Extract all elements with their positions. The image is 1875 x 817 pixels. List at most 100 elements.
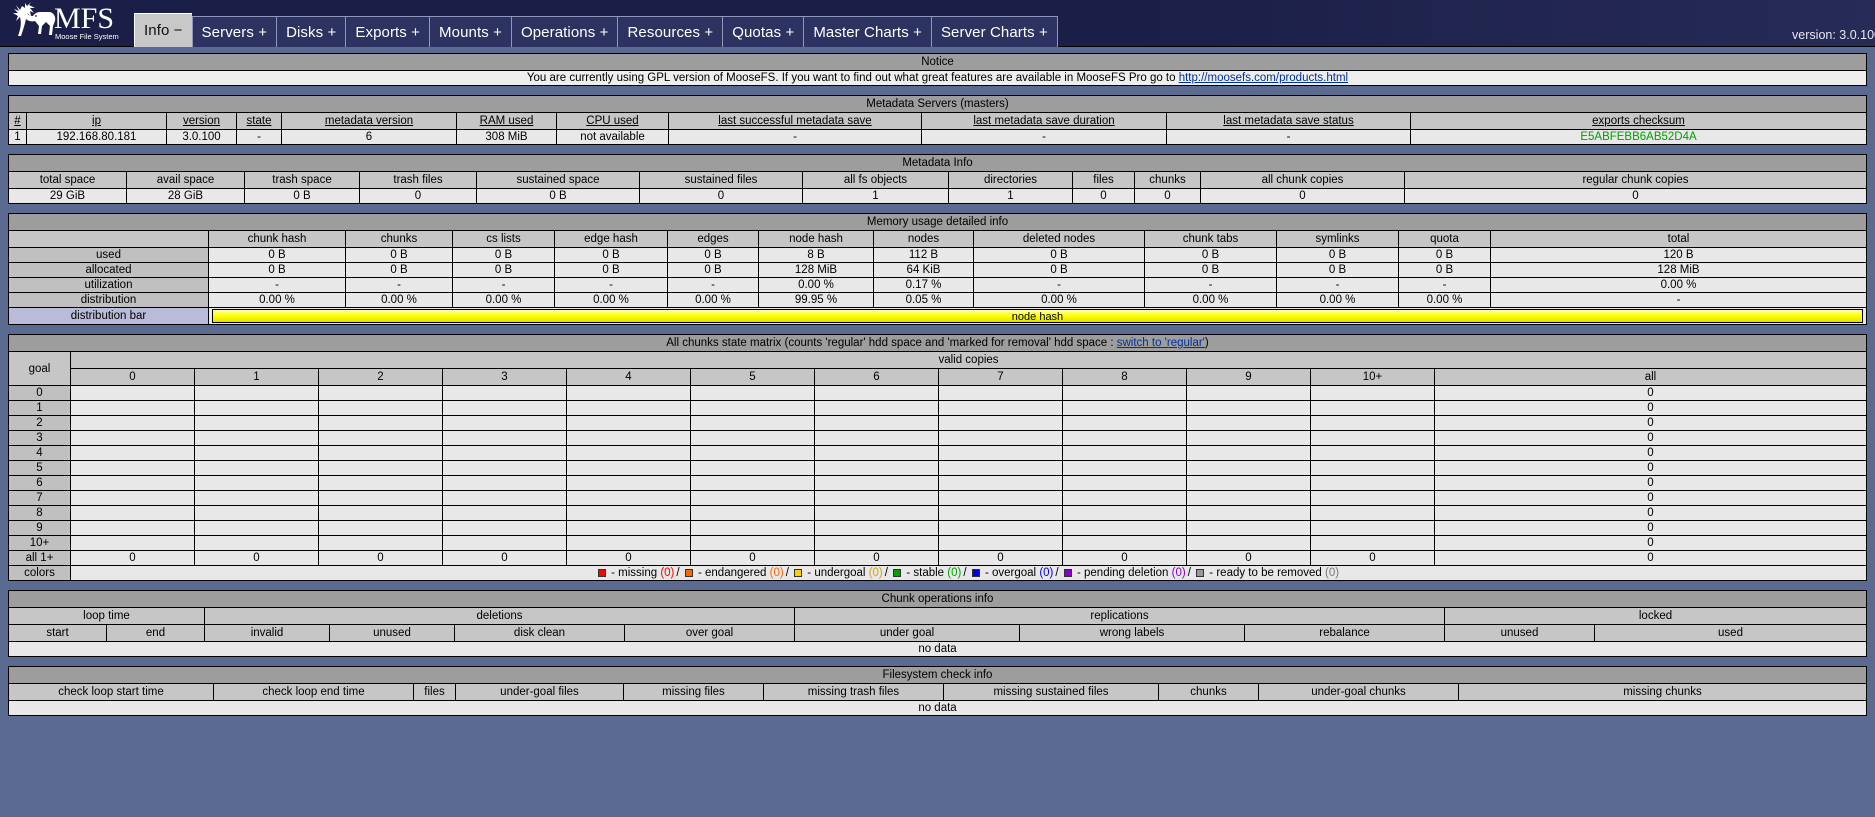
col-last-successful-save[interactable]: last successful metadata save — [668, 112, 922, 130]
nav-item-mounts[interactable]: Mounts + — [429, 16, 511, 47]
matrix-cell-goal-all-1--copies-6: 0 — [814, 550, 939, 566]
col-chunk-hash: chunk hash — [208, 230, 346, 248]
table-row: used 0 B 0 B 0 B 0 B 0 B 8 B 112 B 0 B 0… — [8, 247, 1867, 263]
nav-item-disks[interactable]: Disks + — [276, 16, 346, 47]
matrix-cell-goal-8-copies-all: 0 — [1434, 505, 1867, 521]
col-locked-used: used — [1594, 624, 1867, 642]
matrix-cell-goal-5-copies-2 — [318, 460, 443, 476]
group-loop-time: loop time — [8, 607, 205, 625]
col-version[interactable]: version — [166, 112, 237, 130]
goal-2: 2 — [8, 415, 71, 431]
matrix-cell-goal-1-copies-8 — [1062, 400, 1187, 416]
nav-item-quotas[interactable]: Quotas + — [722, 16, 804, 47]
col-all-chunk-copies: all chunk copies — [1200, 171, 1405, 189]
value-sustained-space: 0 B — [476, 188, 640, 204]
col-cpu-used[interactable]: CPU used — [556, 112, 669, 130]
matrix-cell-goal-10--copies-7 — [938, 535, 1063, 551]
utilization-chunks: - — [345, 277, 453, 293]
matrix-cell-goal-5-copies-3 — [442, 460, 567, 476]
matrix-cell-goal-6-copies-4 — [566, 475, 691, 491]
matrix-cell-goal-all-1--copies-8: 0 — [1062, 550, 1187, 566]
distribution-total: - — [1490, 292, 1867, 308]
matrix-cell-goal-5-copies-5 — [690, 460, 815, 476]
col-exports-checksum[interactable]: exports checksum — [1410, 112, 1867, 130]
col-index[interactable]: # — [8, 112, 27, 130]
used-symlinks: 0 B — [1276, 247, 1399, 263]
nav-item-info[interactable]: Info − — [134, 13, 192, 47]
col-all-fs-objects: all fs objects — [802, 171, 949, 189]
nav-item-resources[interactable]: Resources + — [617, 16, 723, 47]
switch-to-regular-link[interactable]: switch to 'regular' — [1117, 337, 1205, 349]
notice-message: You are currently using GPL version of M… — [8, 70, 1867, 86]
matrix-cell-goal-0-copies-10+ — [1310, 385, 1435, 401]
chunks-state-matrix-table: All chunks state matrix (counts 'regular… — [8, 334, 1867, 581]
copies-col-4: 4 — [566, 368, 691, 386]
col-state[interactable]: state — [236, 112, 282, 130]
col-fs-files: files — [413, 683, 456, 701]
matrix-cell-goal-2-copies-all: 0 — [1434, 415, 1867, 431]
col-chunk-tabs: chunk tabs — [1144, 230, 1277, 248]
memory-usage-table: Memory usage detailed info chunk hash ch… — [8, 213, 1867, 325]
top-header-bar: MFS Moose File System Info − Servers + D… — [0, 0, 1875, 47]
matrix-cell-goal-7-copies-3 — [442, 490, 567, 506]
matrix-cell-goal-6-copies-5 — [690, 475, 815, 491]
col-fs-chunks: chunks — [1158, 683, 1259, 701]
matrix-cell-goal-7-copies-all: 0 — [1434, 490, 1867, 506]
matrix-cell-goal-3-copies-8 — [1062, 430, 1187, 446]
table-row: 90 — [8, 520, 1867, 536]
col-under-goal-chunks: under-goal chunks — [1258, 683, 1459, 701]
row-label-allocated: allocated — [8, 262, 209, 278]
chunks-matrix-title-suffix: ) — [1204, 337, 1209, 349]
matrix-cell-goal-4-copies-4 — [566, 445, 691, 461]
copies-col-6: 6 — [814, 368, 939, 386]
utilization-nodes: 0.17 % — [873, 277, 974, 293]
notice-text: You are currently using GPL version of M… — [526, 72, 1179, 84]
matrix-cell-goal-9-copies-3 — [442, 520, 567, 536]
matrix-cell-goal-all-1--copies-5: 0 — [690, 550, 815, 566]
svg-text:MFS: MFS — [54, 2, 114, 35]
chunk-operations-table: Chunk operations info loop time deletion… — [8, 590, 1867, 657]
nav-item-master-charts[interactable]: Master Charts + — [803, 16, 931, 47]
distribution-edges: 0.00 % — [667, 292, 759, 308]
col-metadata-version[interactable]: metadata version — [281, 112, 457, 130]
master-state: - — [236, 129, 282, 145]
goal-3: 3 — [8, 430, 71, 446]
used-node-hash: 8 B — [758, 247, 874, 263]
legend-missing: - missing (0) — [597, 567, 674, 579]
nav-item-exports[interactable]: Exports + — [345, 16, 430, 47]
col-last-save-duration[interactable]: last metadata save duration — [921, 112, 1167, 130]
matrix-cell-goal-2-copies-3 — [442, 415, 567, 431]
matrix-cell-goal-4-copies-3 — [442, 445, 567, 461]
col-ram-used[interactable]: RAM used — [456, 112, 557, 130]
nav-item-servers[interactable]: Servers + — [191, 16, 277, 47]
moosefs-products-link[interactable]: http://moosefs.com/products.html — [1179, 72, 1348, 84]
col-memory-rowlabel — [8, 230, 209, 248]
goal-0: 0 — [8, 385, 71, 401]
nav-item-operations[interactable]: Operations + — [510, 16, 618, 47]
goal-8: 8 — [8, 505, 71, 521]
distribution-bar-label: node hash — [1011, 311, 1064, 323]
matrix-cell-goal-7-copies-8 — [1062, 490, 1187, 506]
nav-item-server-charts[interactable]: Server Charts + — [930, 16, 1058, 47]
matrix-cell-goal-8-copies-5 — [690, 505, 815, 521]
col-last-save-status[interactable]: last metadata save status — [1166, 112, 1411, 130]
col-chunks: chunks — [1134, 171, 1201, 189]
pending-deletion-swatch-icon — [1063, 569, 1072, 577]
matrix-cell-goal-all-1--copies-1: 0 — [194, 550, 319, 566]
row-label-distribution: distribution — [8, 292, 209, 308]
utilization-node-hash: 0.00 % — [758, 277, 874, 293]
matrix-cell-goal-8-copies-4 — [566, 505, 691, 521]
matrix-cell-goal-10--copies-all: 0 — [1434, 535, 1867, 551]
col-ip[interactable]: ip — [26, 112, 167, 130]
undergoal-swatch-icon — [794, 569, 803, 577]
copies-col-9: 9 — [1186, 368, 1311, 386]
master-metadata-version: 6 — [281, 129, 457, 145]
col-under-goal-files: under-goal files — [455, 683, 624, 701]
table-row: 10+ 0 — [8, 535, 1867, 551]
copies-col-0: 0 — [70, 368, 195, 386]
matrix-cell-goal-1-copies-5 — [690, 400, 815, 416]
chunk-operations-no-data: no data — [8, 641, 1867, 657]
matrix-cell-goal-6-copies-10+ — [1310, 475, 1435, 491]
utilization-edge-hash: - — [554, 277, 668, 293]
matrix-cell-goal-8-copies-0 — [70, 505, 195, 521]
